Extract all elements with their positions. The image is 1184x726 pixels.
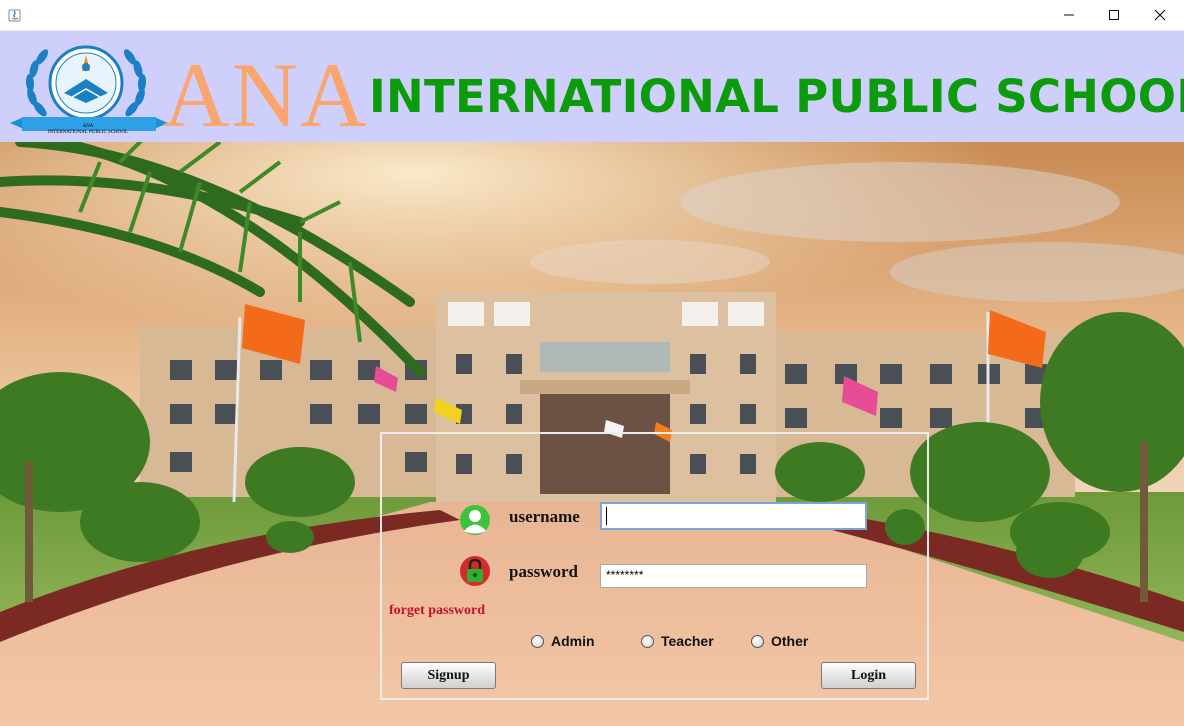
minimize-icon bbox=[1064, 14, 1074, 16]
text-cursor bbox=[606, 507, 607, 525]
window-titlebar bbox=[0, 0, 1184, 31]
role-teacher-label: Teacher bbox=[661, 633, 714, 649]
role-radio-admin[interactable]: Admin bbox=[531, 633, 595, 649]
school-name-long: INTERNATIONAL PUBLIC SCHOOL bbox=[369, 70, 1184, 123]
close-icon bbox=[1154, 9, 1166, 21]
school-header: ANA INTERNATIONAL PUBLIC SCHOOL ANA INTE… bbox=[0, 31, 1184, 142]
user-avatar-icon bbox=[460, 505, 490, 535]
radio-button-icon bbox=[641, 634, 654, 648]
password-label: password bbox=[509, 562, 578, 581]
signup-button[interactable]: Signup bbox=[401, 662, 496, 689]
role-other-label: Other bbox=[771, 633, 809, 649]
role-radio-other[interactable]: Other bbox=[751, 633, 808, 649]
close-button[interactable] bbox=[1137, 0, 1183, 30]
radio-button-icon bbox=[751, 634, 764, 648]
minimize-button[interactable] bbox=[1046, 0, 1092, 30]
role-admin-label: Admin bbox=[551, 633, 595, 649]
school-name-short: ANA bbox=[163, 44, 369, 142]
password-field[interactable]: ******** bbox=[600, 564, 867, 588]
username-label: username bbox=[509, 507, 580, 526]
login-button[interactable]: Login bbox=[821, 662, 916, 689]
radio-button-icon bbox=[531, 634, 544, 648]
logo-text: ANA INTERNATIONAL PUBLIC SCHOOL bbox=[10, 124, 166, 136]
logo-text-line2: INTERNATIONAL PUBLIC SCHOOL bbox=[47, 130, 129, 135]
maximize-button[interactable] bbox=[1091, 0, 1137, 30]
forget-password-link[interactable]: forget password bbox=[389, 603, 485, 619]
username-field[interactable] bbox=[600, 502, 867, 530]
maximize-icon bbox=[1109, 10, 1119, 20]
role-radio-teacher[interactable]: Teacher bbox=[641, 633, 714, 649]
lock-icon bbox=[460, 556, 490, 586]
java-icon bbox=[8, 9, 21, 22]
